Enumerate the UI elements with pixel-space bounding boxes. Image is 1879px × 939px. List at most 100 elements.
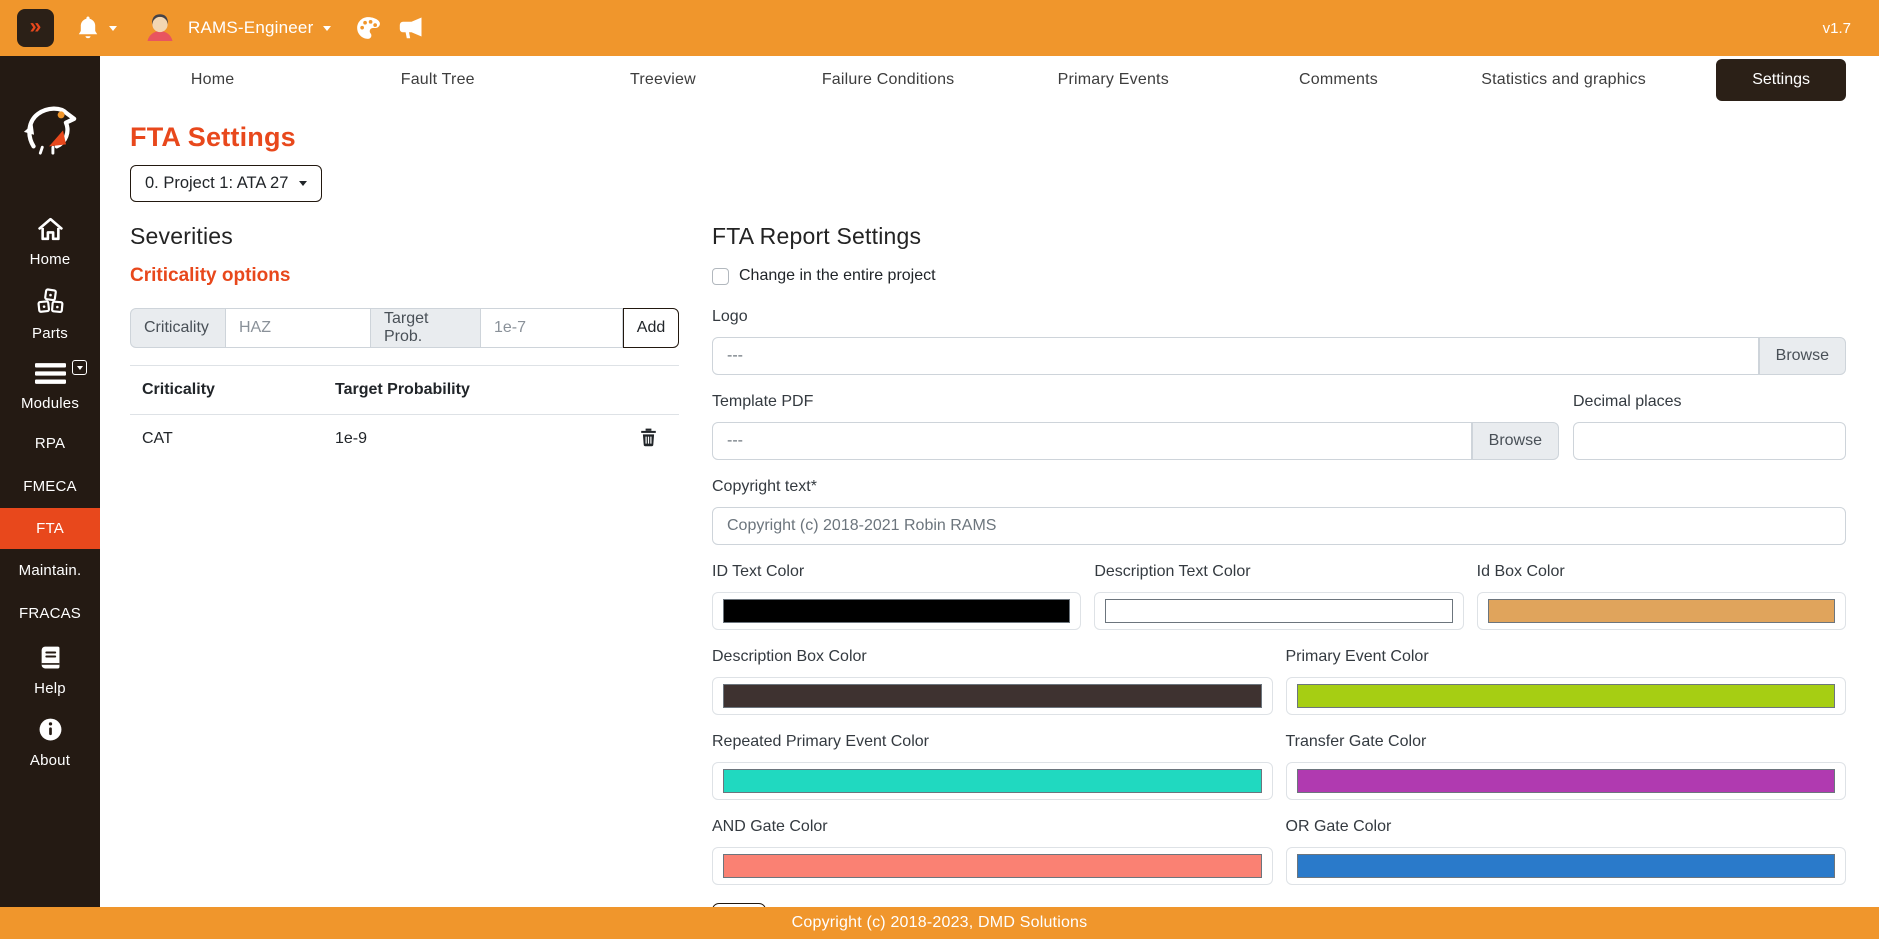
announcements-megaphone-icon[interactable] — [397, 16, 424, 40]
transfer-gate-color-field: Transfer Gate Color — [1286, 733, 1847, 800]
tab-treeview[interactable]: Treeview — [550, 71, 775, 89]
description-box-color-field: Description Box Color — [712, 648, 1273, 715]
color-swatch — [723, 599, 1070, 623]
color-label: Description Box Color — [712, 648, 1273, 666]
color-label: AND Gate Color — [712, 818, 1273, 836]
trash-icon — [640, 428, 657, 450]
notifications-bell-icon[interactable] — [76, 15, 100, 41]
severities-heading: Severities — [130, 223, 679, 250]
app-version: v1.7 — [1823, 20, 1851, 37]
sidebar-item-fmeca[interactable]: FMECA — [0, 465, 100, 508]
notifications-caret-icon[interactable] — [109, 26, 117, 31]
criticality-input[interactable] — [226, 308, 371, 348]
repeated-primary-event-color-field: Repeated Primary Event Color — [712, 733, 1273, 800]
modules-dropdown-icon[interactable] — [72, 360, 87, 375]
add-severity-button[interactable]: Add — [623, 308, 679, 348]
page-body: FTA Settings 0. Project 1: ATA 27 Severi… — [100, 103, 1879, 907]
column-header-criticality: Criticality — [130, 366, 323, 415]
decimal-places-field: Decimal places — [1573, 393, 1846, 460]
sidebar-item-modules[interactable]: Modules — [0, 352, 100, 422]
color-label: Repeated Primary Event Color — [712, 733, 1273, 751]
id-text-color-picker[interactable] — [712, 592, 1081, 630]
chevron-down-icon — [299, 181, 307, 186]
or-gate-color-picker[interactable] — [1286, 847, 1847, 885]
project-selector-value: 0. Project 1: ATA 27 — [145, 174, 288, 193]
color-swatch — [723, 684, 1262, 708]
sidebar-item-home[interactable]: Home — [0, 207, 100, 278]
transfer-gate-color-picker[interactable] — [1286, 762, 1847, 800]
primary-event-color-picker[interactable] — [1286, 677, 1847, 715]
sidebar-item-label: Maintain. — [19, 562, 82, 579]
color-label: Primary Event Color — [1286, 648, 1847, 666]
description-text-color-picker[interactable] — [1094, 592, 1463, 630]
project-selector-dropdown[interactable]: 0. Project 1: ATA 27 — [130, 165, 322, 202]
page-title: FTA Settings — [130, 122, 1846, 153]
home-icon — [37, 217, 64, 244]
logo-label: Logo — [712, 308, 1846, 326]
tab-settings[interactable]: Settings — [1716, 59, 1846, 101]
color-label: OR Gate Color — [1286, 818, 1847, 836]
color-label: Transfer Gate Color — [1286, 733, 1847, 751]
tab-statistics-and-graphics[interactable]: Statistics and graphics — [1451, 71, 1676, 89]
cell-criticality: CAT — [130, 415, 323, 464]
sidebar-item-label: Parts — [32, 325, 68, 342]
robin-bird-logo[interactable] — [21, 98, 79, 161]
fta-report-settings-panel: FTA Report Settings Change in the entire… — [712, 223, 1846, 907]
logo-file-input[interactable] — [712, 337, 1759, 375]
sidebar-collapse-button[interactable]: » — [17, 9, 54, 47]
tab-primary-events[interactable]: Primary Events — [1001, 71, 1226, 89]
sidebar-item-label: About — [30, 752, 70, 769]
main-region: Home Parts — [0, 56, 1879, 907]
tab-comments[interactable]: Comments — [1226, 71, 1451, 89]
sidebar-item-label: RPA — [35, 435, 65, 452]
criticality-form: Criticality Target Prob. Add — [130, 308, 679, 348]
theme-palette-icon[interactable] — [355, 15, 381, 41]
decimal-places-input[interactable] — [1573, 422, 1846, 460]
template-pdf-browse-button[interactable]: Browse — [1472, 422, 1559, 460]
column-header-actions — [618, 366, 679, 415]
target-prob-input[interactable] — [481, 308, 623, 348]
column-header-target-probability: Target Probability — [323, 366, 618, 415]
user-menu-caret-icon[interactable] — [323, 26, 331, 31]
entire-project-checkbox[interactable] — [712, 268, 729, 285]
sidebar-item-about[interactable]: About — [0, 707, 100, 779]
template-pdf-input[interactable] — [712, 422, 1472, 460]
color-swatch — [723, 769, 1262, 793]
sidebar-item-fracas[interactable]: FRACAS — [0, 592, 100, 635]
sidebar-item-rpa[interactable]: RPA — [0, 422, 100, 465]
user-avatar[interactable] — [143, 11, 177, 45]
sidebar-item-help[interactable]: Help — [0, 635, 100, 707]
template-pdf-label: Template PDF — [712, 393, 1559, 411]
color-label: ID Text Color — [712, 563, 1081, 581]
sidebar-item-label: Modules — [21, 395, 79, 412]
fta-report-settings-heading: FTA Report Settings — [712, 223, 1846, 250]
table-row: CAT 1e-9 — [130, 415, 679, 464]
repeated-primary-event-color-picker[interactable] — [712, 762, 1273, 800]
entire-project-label: Change in the entire project — [739, 267, 936, 285]
copyright-text-input[interactable] — [712, 507, 1846, 545]
criticality-options-heading: Criticality options — [130, 265, 679, 287]
sidebar-item-parts[interactable]: Parts — [0, 278, 100, 352]
primary-event-color-field: Primary Event Color — [1286, 648, 1847, 715]
footer-copyright: Copyright (c) 2018-2023, DMD Solutions — [792, 914, 1088, 932]
color-swatch — [1297, 769, 1836, 793]
and-gate-color-field: AND Gate Color — [712, 818, 1273, 885]
sidebar-item-label: Help — [34, 680, 66, 697]
tab-fault-tree[interactable]: Fault Tree — [325, 71, 550, 89]
delete-severity-button[interactable] — [640, 428, 657, 450]
id-box-color-picker[interactable] — [1477, 592, 1846, 630]
user-name[interactable]: RAMS-Engineer — [188, 18, 313, 38]
tab-home[interactable]: Home — [100, 71, 325, 89]
sidebar-item-maintain[interactable]: Maintain. — [0, 549, 100, 592]
description-box-color-picker[interactable] — [712, 677, 1273, 715]
info-icon — [38, 717, 63, 745]
logo-browse-button[interactable]: Browse — [1759, 337, 1846, 375]
criticality-label: Criticality — [130, 308, 226, 348]
copyright-text-label: Copyright text* — [712, 478, 1846, 496]
and-gate-color-picker[interactable] — [712, 847, 1273, 885]
color-label: Description Text Color — [1094, 563, 1463, 581]
tab-failure-conditions[interactable]: Failure Conditions — [776, 71, 1001, 89]
logo-field: Logo Browse — [712, 308, 1846, 375]
sidebar-item-fta[interactable]: FTA — [0, 508, 100, 549]
color-swatch — [1297, 684, 1836, 708]
